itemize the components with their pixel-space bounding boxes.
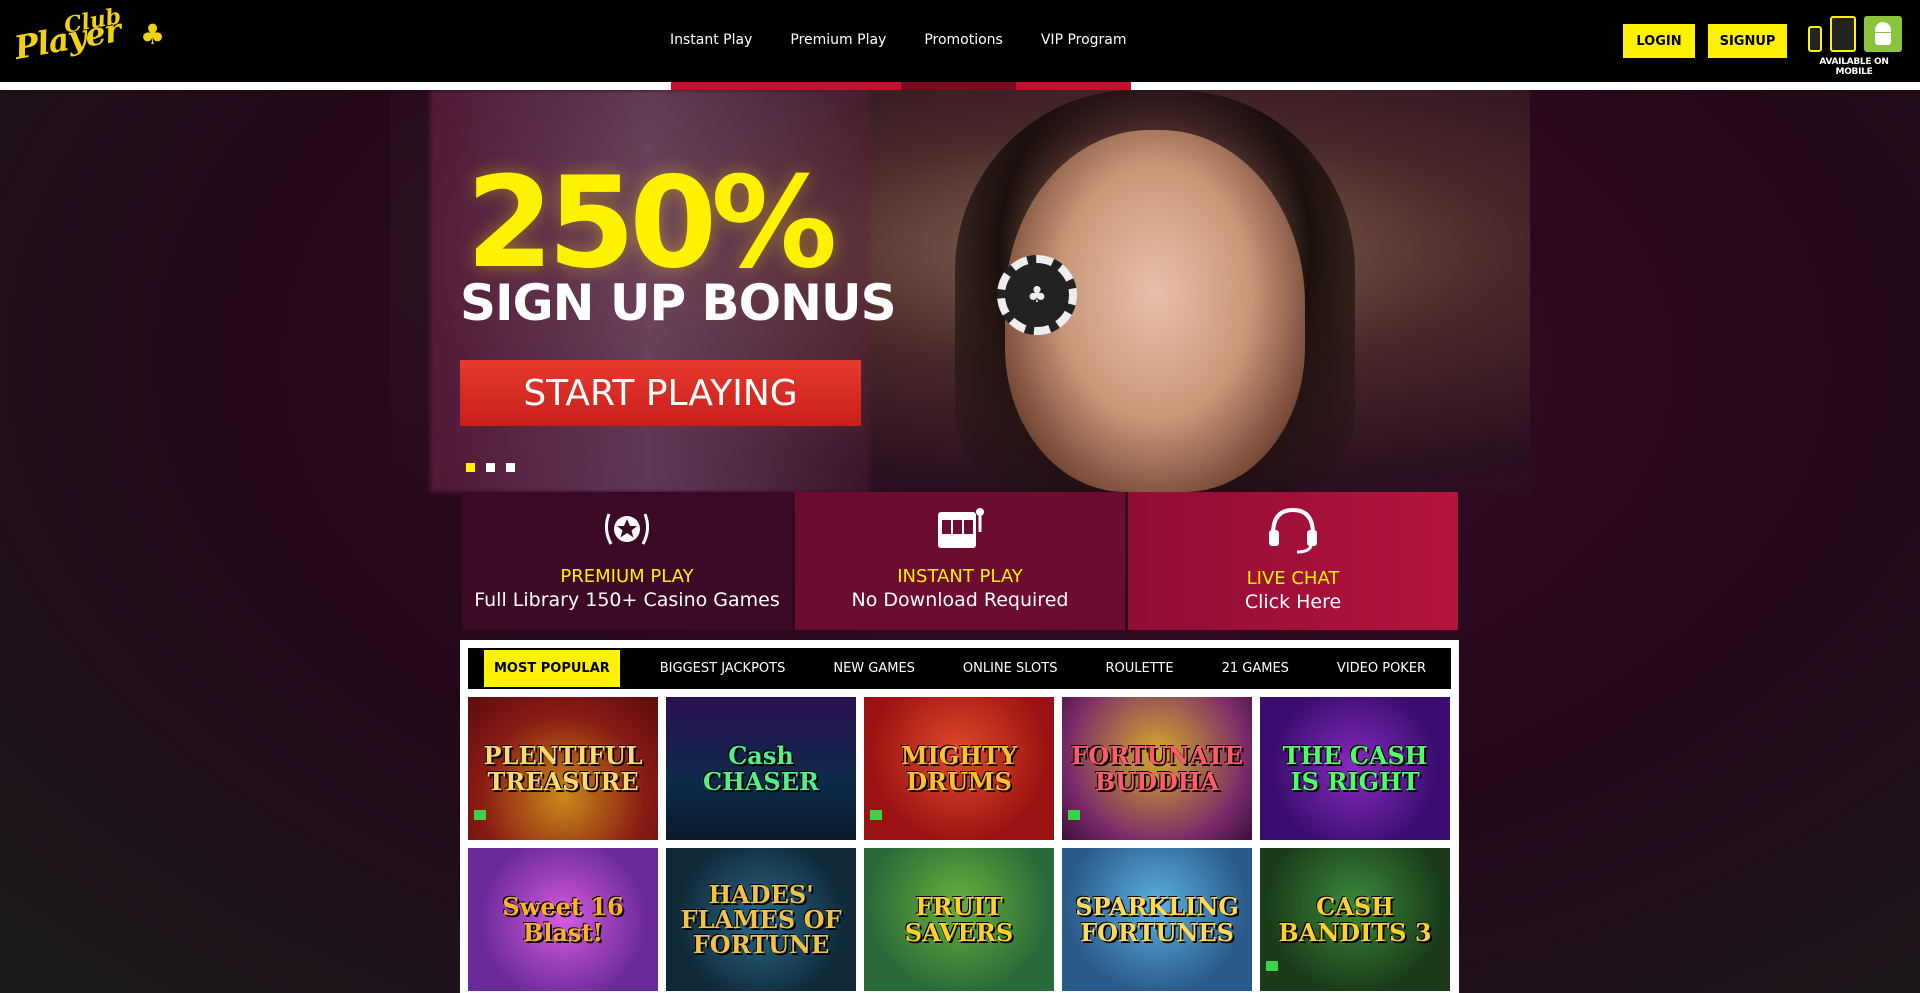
games-grid: PLENTIFUL TREASURE Cash CHASER MIGHTY DR… — [468, 697, 1451, 991]
header-stripe-accent-dark — [901, 82, 1016, 90]
tab-roulette[interactable]: ROULETTE — [1081, 648, 1197, 689]
tab-most-popular[interactable]: MOST POPULAR — [484, 650, 620, 687]
tab-21-games[interactable]: 21 GAMES — [1198, 648, 1313, 689]
clover-icon: ♣ — [140, 18, 166, 51]
slider-dot-2[interactable] — [486, 463, 495, 472]
games-panel: MOST POPULAR BIGGEST JACKPOTS NEW GAMES … — [460, 640, 1459, 993]
headset-icon — [1265, 504, 1321, 554]
tab-video-poker[interactable]: VIDEO POKER — [1313, 648, 1450, 689]
tablet-icon[interactable] — [1830, 16, 1856, 52]
star-laurel-icon — [599, 504, 655, 554]
game-title: SPARKLING FORTUNES — [1075, 892, 1239, 947]
nav-instant-play[interactable]: Instant Play — [670, 32, 752, 48]
feature-title: LIVE CHAT — [1246, 568, 1340, 589]
nav-promotions[interactable]: Promotions — [924, 32, 1003, 48]
hero-headline: 250% — [466, 149, 837, 296]
flag-icon — [870, 810, 882, 820]
game-title: Sweet 16 Blast! — [502, 892, 624, 947]
site-header: Club Player ♣ Instant Play Premium Play … — [0, 0, 1920, 82]
game-tile[interactable]: CASH BANDITS 3 — [1260, 848, 1450, 991]
poker-chip-icon: ♣ — [997, 255, 1077, 335]
game-title: FORTUNATE BUDDHA — [1071, 741, 1243, 796]
feature-boxes: PREMIUM PLAY Full Library 150+ Casino Ga… — [462, 492, 1458, 630]
flag-icon — [474, 810, 486, 820]
slider-dot-1[interactable] — [466, 463, 475, 472]
game-title: PLENTIFUL TREASURE — [483, 741, 643, 796]
slider-dots — [466, 463, 515, 472]
feature-premium-play[interactable]: PREMIUM PLAY Full Library 150+ Casino Ga… — [462, 492, 792, 630]
game-tile[interactable]: HADES' FLAMES OF FORTUNE — [666, 848, 856, 991]
feature-title: INSTANT PLAY — [897, 566, 1023, 587]
feature-title: PREMIUM PLAY — [560, 566, 694, 587]
game-title: HADES' FLAMES OF FORTUNE — [680, 879, 842, 960]
game-tile[interactable]: FRUIT SAVERS — [864, 848, 1054, 991]
games-tabs: MOST POPULAR BIGGEST JACKPOTS NEW GAMES … — [468, 648, 1451, 689]
login-button[interactable]: LOGIN — [1623, 24, 1695, 58]
game-tile[interactable]: MIGHTY DRUMS — [864, 697, 1054, 840]
tab-new-games[interactable]: NEW GAMES — [809, 648, 939, 689]
mobile-label: AVAILABLE ON MOBILE — [1819, 57, 1889, 77]
start-playing-button[interactable]: START PLAYING — [460, 360, 861, 426]
game-tile[interactable]: SPARKLING FORTUNES — [1062, 848, 1252, 991]
nav-premium-play[interactable]: Premium Play — [790, 32, 886, 48]
tab-biggest-jackpots[interactable]: BIGGEST JACKPOTS — [620, 648, 810, 689]
game-title: THE CASH IS RIGHT — [1282, 741, 1428, 796]
feature-live-chat[interactable]: LIVE CHAT Click Here — [1128, 492, 1458, 630]
game-tile[interactable]: PLENTIFUL TREASURE — [468, 697, 658, 840]
slot-machine-icon — [932, 504, 988, 554]
hero-subheadline: SIGN UP BONUS — [460, 274, 897, 332]
game-tile[interactable]: THE CASH IS RIGHT — [1260, 697, 1450, 840]
nav-vip-program[interactable]: VIP Program — [1041, 32, 1127, 48]
game-tile[interactable]: FORTUNATE BUDDHA — [1062, 697, 1252, 840]
flag-icon — [1068, 810, 1080, 820]
game-title: Cash CHASER — [703, 741, 819, 796]
game-title: MIGHTY DRUMS — [901, 741, 1017, 796]
android-icon[interactable] — [1864, 16, 1902, 52]
feature-subtitle: Full Library 150+ Casino Games — [474, 589, 780, 611]
feature-subtitle: Click Here — [1244, 591, 1342, 613]
game-title: FRUIT SAVERS — [904, 892, 1014, 947]
tab-online-slots[interactable]: ONLINE SLOTS — [939, 648, 1082, 689]
game-tile[interactable]: Sweet 16 Blast! — [468, 848, 658, 991]
club-player-logo[interactable]: Club Player ♣ — [11, 3, 169, 68]
logo-player-text: Player — [11, 11, 124, 67]
signup-button[interactable]: SIGNUP — [1708, 24, 1787, 58]
slider-dot-3[interactable] — [506, 463, 515, 472]
feature-instant-play[interactable]: INSTANT PLAY No Download Required — [795, 492, 1125, 630]
main-nav: Instant Play Premium Play Promotions VIP… — [670, 32, 1165, 48]
flag-icon — [1266, 961, 1278, 971]
game-title: CASH BANDITS 3 — [1278, 892, 1432, 947]
feature-subtitle: No Download Required — [851, 589, 1069, 611]
phone-icon[interactable] — [1808, 26, 1822, 52]
game-tile[interactable]: Cash CHASER — [666, 697, 856, 840]
mobile-apps[interactable]: AVAILABLE ON MOBILE — [1800, 14, 1908, 77]
